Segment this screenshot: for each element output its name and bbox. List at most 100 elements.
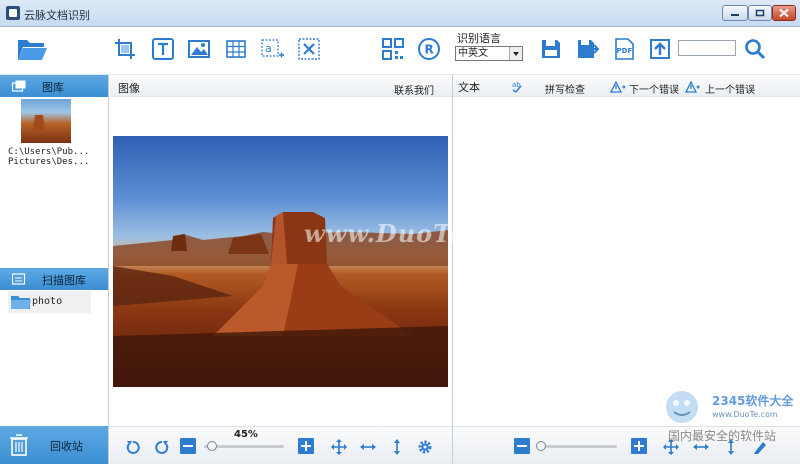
trash-icon — [10, 434, 28, 456]
rotate-left-icon — [126, 440, 140, 454]
url-watermark: www.DuoTe.com — [712, 410, 778, 419]
upload-button[interactable] — [648, 37, 672, 61]
text-zoom-out-button[interactable] — [514, 438, 530, 454]
gallery-label: 图库 — [42, 81, 64, 94]
thumbnail-path-line2: Pictures\Des... — [8, 157, 90, 167]
qrcode-icon — [382, 38, 404, 60]
fit-height-button[interactable] — [389, 439, 405, 455]
image-region-icon — [188, 40, 210, 58]
svg-text:a: a — [265, 42, 272, 55]
document-image[interactable] — [113, 136, 448, 387]
zoom-out-button[interactable] — [180, 438, 196, 454]
previous-error-button[interactable]: 上一个错误 — [705, 81, 755, 96]
fit-width-icon — [360, 444, 376, 450]
image-region-button[interactable] — [187, 37, 211, 61]
spell-check-button[interactable]: 拼写检查 — [545, 81, 585, 96]
search-input[interactable] — [678, 40, 736, 56]
pdf-icon: PDF — [615, 38, 634, 60]
crop-icon — [115, 39, 135, 59]
move-button[interactable] — [331, 439, 347, 455]
rotate-right-button[interactable] — [154, 439, 170, 455]
toolbar: a R 识别语言 中英文 PDF — [0, 27, 800, 75]
qrcode-button[interactable] — [381, 37, 405, 61]
folder-item-photo[interactable]: photo — [8, 291, 91, 313]
maximize-button[interactable] — [748, 5, 772, 21]
rotate-right-icon — [155, 440, 169, 454]
save-icon — [542, 40, 560, 58]
table-region-button[interactable] — [224, 37, 248, 61]
add-text-button[interactable]: a — [260, 37, 284, 61]
close-icon — [779, 8, 789, 18]
next-error-icon[interactable] — [610, 81, 626, 93]
recognized-text-area[interactable] — [453, 98, 800, 426]
chevron-down-icon — [509, 47, 522, 60]
language-value: 中英文 — [458, 48, 488, 59]
add-text-icon: a — [261, 39, 284, 58]
text-zoom-in-button[interactable] — [631, 438, 647, 454]
duote-watermark: www.DuoTe.com — [304, 219, 534, 248]
table-region-icon — [226, 40, 246, 58]
image-panel: 图像 联系我们 45% — [110, 75, 452, 464]
scanner-icon — [12, 273, 26, 285]
scan-gallery-label: 扫描图库 — [42, 274, 86, 287]
save-button[interactable] — [539, 37, 563, 61]
spell-check-icon[interactable]: ab — [511, 79, 527, 93]
zoom-in-button[interactable] — [298, 438, 314, 454]
text-panel-header: 文本 ab 拼写检查 下一个错误 上一个错误 — [453, 75, 800, 97]
svg-text:PDF: PDF — [617, 47, 633, 55]
app-icon — [6, 6, 20, 20]
delete-region-button[interactable] — [297, 37, 321, 61]
delete-region-icon — [298, 38, 320, 60]
restore-icon — [755, 9, 765, 17]
text-zoom-slider[interactable] — [537, 445, 617, 448]
image-zoom-slider-thumb[interactable] — [207, 441, 217, 451]
save-as-icon — [578, 40, 600, 58]
text-zoom-slider-thumb[interactable] — [536, 441, 546, 451]
recognize-icon: R — [418, 38, 440, 60]
window-title: 云脉文档识别 — [24, 9, 90, 22]
minimize-button[interactable] — [722, 5, 748, 21]
save-as-button[interactable] — [575, 37, 600, 61]
language-select[interactable]: 中英文 — [455, 46, 523, 61]
previous-error-icon[interactable] — [685, 81, 701, 93]
fit-width-button[interactable] — [360, 439, 376, 455]
text-region-button[interactable] — [151, 37, 175, 61]
upload-icon — [650, 39, 670, 59]
settings-button[interactable] — [417, 439, 433, 455]
language-label: 识别语言 — [457, 32, 501, 45]
minimize-icon — [731, 14, 739, 16]
gear-icon — [418, 440, 432, 454]
recognize-button[interactable]: R — [417, 37, 441, 61]
thumbnail-butte — [33, 115, 45, 131]
folder-icon — [11, 296, 31, 309]
svg-text:R: R — [425, 43, 434, 57]
scan-gallery-header[interactable]: 扫描图库 — [0, 268, 108, 290]
title-bar: 云脉文档识别 — [0, 0, 800, 27]
open-folder-button[interactable] — [16, 35, 48, 63]
close-button[interactable] — [772, 5, 796, 21]
image-panel-title: 图像 — [118, 82, 140, 95]
image-panel-footer: 45% — [110, 426, 452, 464]
monument-valley-photo — [113, 212, 448, 387]
zoom-level: 45% — [234, 429, 258, 440]
move-icon — [331, 439, 347, 455]
search-button[interactable] — [743, 37, 767, 61]
text-region-icon — [152, 38, 174, 60]
crop-button[interactable] — [113, 37, 137, 61]
export-pdf-button[interactable]: PDF — [612, 37, 636, 61]
contact-us-link[interactable]: 联系我们 — [394, 82, 434, 97]
rotate-left-button[interactable] — [125, 439, 141, 455]
image-thumbnail[interactable] — [21, 99, 71, 143]
folder-open-icon — [18, 40, 47, 60]
recycle-bin-label: 回收站 — [50, 440, 83, 453]
thumbnail-path-line1: C:\Users\Pub... — [8, 147, 90, 157]
next-error-button[interactable]: 下一个错误 — [629, 81, 679, 96]
left-sidebar: 图库 C:\Users\Pub... Pictures\Des... 扫描图库 … — [0, 75, 109, 464]
brand-watermark: 2345软件大全 — [712, 394, 794, 408]
recycle-bin-button[interactable]: 回收站 — [0, 426, 108, 464]
gallery-header[interactable]: 图库 — [0, 75, 108, 97]
slogan-watermark: 国内最安全的软件站 — [668, 429, 777, 443]
search-icon — [745, 39, 766, 60]
folder-label: photo — [32, 296, 63, 307]
text-panel-title: 文本 — [458, 81, 480, 94]
